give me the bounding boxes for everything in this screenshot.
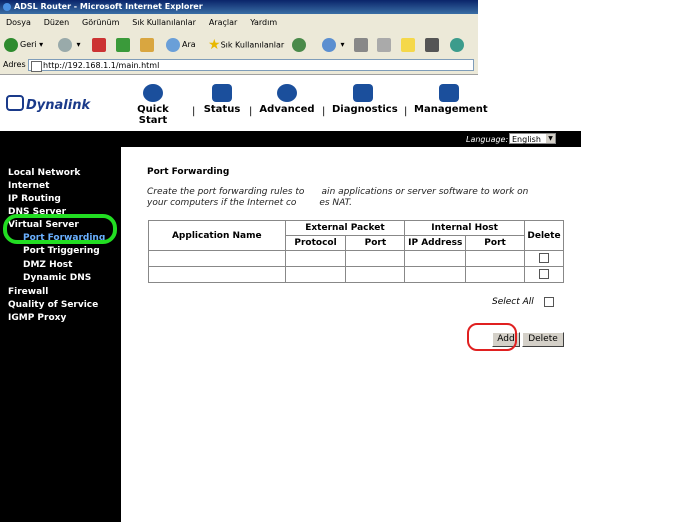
menu-file[interactable]: Dosya — [6, 14, 31, 32]
red-highlight-annotation — [467, 323, 517, 351]
advanced-icon — [277, 84, 297, 102]
refresh-icon — [116, 37, 130, 52]
stop-icon — [92, 37, 106, 52]
table-row — [148, 266, 565, 283]
refresh-button[interactable] — [116, 36, 132, 54]
menu-bar: Dosya Düzen Görünüm Sık Kullanılanlar Ar… — [0, 14, 478, 33]
nav-diagnostics[interactable]: Diagnostics — [332, 84, 398, 115]
sidebar-item-port-triggering[interactable]: Port Triggering — [23, 246, 100, 256]
print-button[interactable] — [354, 36, 370, 54]
stop-button[interactable] — [92, 36, 108, 54]
sidebar-top — [0, 131, 121, 148]
col-application-name: Application Name — [148, 220, 286, 251]
research-icon — [425, 37, 439, 52]
sidebar-item-igmp-proxy[interactable]: IGMP Proxy — [8, 313, 66, 323]
mail-icon — [322, 37, 336, 52]
col-ip-address: IP Address — [404, 235, 467, 251]
menu-favorites[interactable]: Sık Kullanılanlar — [132, 14, 196, 32]
menu-help[interactable]: Yardım — [250, 14, 277, 32]
col-internal-port: Port — [465, 235, 525, 251]
page-icon — [31, 61, 42, 72]
chevron-down-icon: ▼ — [546, 134, 555, 143]
nav-separator: | — [322, 106, 326, 117]
sidebar-item-dmz-host[interactable]: DMZ Host — [23, 260, 72, 270]
history-icon — [292, 37, 306, 52]
delete-button[interactable]: Delete — [522, 332, 564, 347]
nav-status[interactable]: Status — [203, 84, 241, 115]
menu-tools[interactable]: Araçlar — [209, 14, 237, 32]
forward-arrow-icon — [58, 37, 72, 52]
table-row — [148, 250, 565, 267]
print-icon — [354, 37, 368, 52]
edit-icon — [377, 37, 391, 52]
language-label: Language: — [466, 135, 509, 144]
notes-button[interactable] — [401, 36, 417, 54]
history-button[interactable] — [292, 36, 308, 54]
forward-button[interactable]: ▾ — [58, 36, 81, 54]
quick-start-icon — [143, 84, 163, 102]
select-all-label: Select All — [492, 297, 534, 307]
address-input[interactable]: http://192.168.1.1/main.html — [28, 59, 474, 72]
sidebar-item-dynamic-dns[interactable]: Dynamic DNS — [23, 273, 91, 283]
nav-separator: | — [192, 106, 196, 117]
back-button[interactable]: Geri ▾ — [4, 36, 43, 54]
home-button[interactable] — [140, 36, 156, 54]
home-icon — [140, 37, 154, 52]
diagnostics-icon — [353, 84, 373, 102]
messenger-button[interactable] — [450, 36, 466, 54]
address-bar: Adres http://192.168.1.1/main.html — [0, 58, 478, 75]
research-button[interactable] — [425, 36, 441, 54]
select-all-checkbox[interactable] — [544, 297, 554, 307]
sidebar-item-quality-of-service[interactable]: Quality of Service — [8, 300, 98, 310]
nav-advanced[interactable]: Advanced — [259, 84, 315, 115]
sidebar-item-internet[interactable]: Internet — [8, 181, 49, 191]
favorites-button[interactable]: ★Sık Kullanılanlar — [208, 36, 284, 54]
nav-quick-start[interactable]: Quick Start — [122, 84, 184, 126]
col-external-port: Port — [345, 235, 406, 251]
language-select[interactable]: English ▼ — [509, 133, 556, 144]
row-delete-checkbox[interactable] — [538, 269, 549, 280]
col-protocol: Protocol — [284, 235, 347, 251]
page-description: Create the port forwarding rules to ain … — [147, 187, 529, 208]
col-internal-host: Internal Host — [404, 220, 525, 236]
ie-icon — [3, 3, 11, 11]
window-title-bar: ADSL Router - Microsoft Internet Explore… — [0, 0, 478, 14]
star-icon: ★ — [208, 37, 221, 53]
window-title: ADSL Router - Microsoft Internet Explore… — [14, 2, 203, 11]
search-button[interactable]: Ara — [166, 36, 196, 54]
address-label: Adres — [3, 60, 26, 69]
notes-icon — [401, 37, 415, 52]
browser-toolbar: Geri ▾ ▾ Ara ★Sık Kullanılanlar ▾ — [0, 32, 478, 59]
port-forwarding-table: Application Name External Packet Interna… — [148, 220, 565, 283]
sidebar — [0, 148, 121, 522]
status-icon — [212, 84, 232, 102]
nav-separator: | — [249, 106, 253, 117]
back-arrow-icon — [4, 37, 18, 52]
col-external-packet: External Packet — [284, 220, 406, 236]
page-title: Port Forwarding — [147, 167, 230, 177]
sidebar-item-firewall[interactable]: Firewall — [8, 287, 48, 297]
mail-button[interactable]: ▾ — [322, 36, 345, 54]
messenger-icon — [450, 37, 464, 52]
logo-mark-icon — [6, 95, 24, 111]
table-header-row: Application Name External Packet Interna… — [148, 220, 565, 251]
edit-button[interactable] — [377, 36, 393, 54]
green-highlight-annotation — [3, 214, 117, 244]
col-delete: Delete — [523, 220, 565, 251]
sidebar-item-local-network[interactable]: Local Network — [8, 168, 80, 178]
management-icon — [439, 84, 459, 102]
nav-management[interactable]: Management — [414, 84, 488, 115]
dynalink-logo: Dynalink — [6, 95, 90, 113]
sidebar-item-ip-routing[interactable]: IP Routing — [8, 194, 61, 204]
row-delete-checkbox[interactable] — [538, 253, 549, 264]
menu-edit[interactable]: Düzen — [44, 14, 69, 32]
search-icon — [166, 37, 180, 52]
menu-view[interactable]: Görünüm — [82, 14, 119, 32]
nav-separator: | — [404, 106, 408, 117]
